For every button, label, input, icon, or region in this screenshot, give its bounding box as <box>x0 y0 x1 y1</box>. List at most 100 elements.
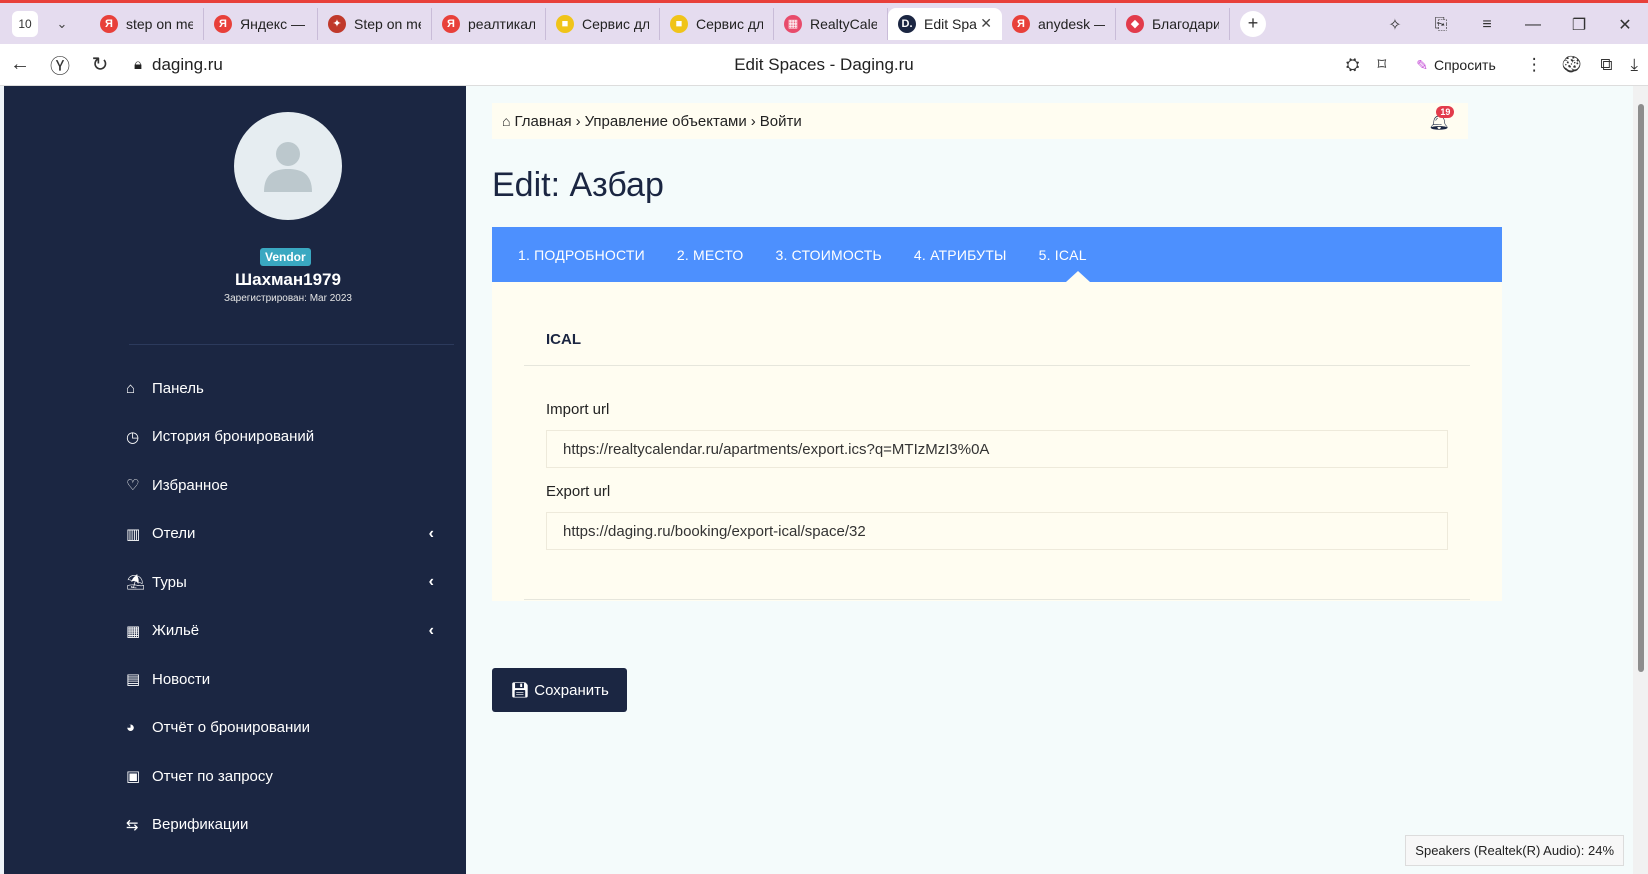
sidebar-item-icon: ▥ <box>126 525 141 543</box>
scrollbar-thumb[interactable] <box>1638 104 1644 672</box>
import-url-input[interactable] <box>546 430 1448 468</box>
sidebar-item[interactable]: ⛱ Туры ‹ <box>126 558 442 607</box>
main-content: ⌂ Главная › Управление объектами › Войти… <box>466 86 1633 874</box>
sidebar-item[interactable]: ⌂ Панель <box>126 364 442 413</box>
browser-tab-strip: 10 ⌄ Яstep on meЯЯндекс — б✦Step on meЯр… <box>0 0 1648 44</box>
tab-title: Edit Spa <box>924 15 977 32</box>
restore-icon[interactable]: ❐ <box>1556 15 1602 35</box>
sidebar-item-icon: ▦ <box>126 622 141 640</box>
tab-favicon-icon: Я <box>100 14 118 33</box>
window-controls: ✧ ⎘ ≡ — ❐ ✕ <box>1372 3 1648 47</box>
sidebar-item-icon: ◕ <box>126 719 136 737</box>
bell-icon[interactable]: 🔔︎ 19 <box>1428 106 1455 132</box>
sidebar-item[interactable]: ⇆ Верификации <box>126 801 442 850</box>
page-scrollbar[interactable] <box>1633 86 1648 874</box>
sidebar-item-label: Отчёт о бронировании <box>152 719 311 737</box>
breadcrumb-home[interactable]: Главная <box>514 113 571 130</box>
floppy-disk-icon: 💾︎ <box>510 682 530 699</box>
tab-favicon-icon: ■ <box>670 14 688 33</box>
sidebar-item-label: Отчет по запросу <box>152 767 273 785</box>
browser-tab[interactable]: D. Edit Spa ✕ <box>888 7 1002 40</box>
sidebar-item-icon: ⛱ <box>126 574 146 592</box>
sidebar: Vendor Шахман1979 Зарегистрирован: Mar 2… <box>4 86 466 874</box>
tab-favicon-icon: Я <box>442 14 460 33</box>
breadcrumb: ⌂ Главная › Управление объектами › Войти… <box>492 103 1468 139</box>
yandex-icon[interactable]: Ⓨ <box>40 50 80 79</box>
sidebar-item[interactable]: ▤ Новости <box>126 655 442 704</box>
browser-tab[interactable]: ✦ Step on me <box>318 7 432 40</box>
sidebar-menu: ⌂ Панель ◷ История бронирований ♡ Избранное ▥ О… <box>126 364 442 849</box>
sidebar-divider <box>129 344 454 345</box>
address-bar-actions: ⛭ ⌑ ✎ Спросить ⋮ 🍪︎ ⧉ ⤓ <box>1346 44 1638 86</box>
ask-label: Спросить <box>1433 57 1496 73</box>
tab-count-button[interactable]: 10 <box>12 10 38 37</box>
browser-tab[interactable]: Яstep on me <box>90 7 204 40</box>
export-url-input[interactable] <box>546 512 1448 550</box>
save-button[interactable]: 💾︎ Сохранить <box>492 668 627 712</box>
breadcrumb-separator: › <box>750 112 756 130</box>
page-heading: Edit: Азбар <box>492 166 664 204</box>
chevron-left-icon[interactable]: ‹ <box>429 622 434 640</box>
lock-icon: 🔒︎ <box>134 56 142 73</box>
more-vertical-icon[interactable]: ⋮ <box>1526 55 1543 75</box>
tab-location[interactable]: 2. МЕСТО <box>677 247 744 263</box>
sidebar-item-label: Отели <box>152 525 196 543</box>
browser-tabs: Яstep on meЯЯндекс — б✦Step on meЯреалти… <box>90 3 1230 44</box>
back-arrow-icon[interactable]: ← <box>0 53 40 76</box>
chevron-left-icon[interactable]: ‹ <box>429 573 434 591</box>
sidebar-item[interactable]: ◷ История бронирований <box>126 413 442 462</box>
bookmark-icon[interactable]: ⌑ <box>1377 55 1386 75</box>
edit-wizard: 1. ПОДРОБНОСТИ 2. МЕСТО 3. СТОИМОСТЬ 4. … <box>492 227 1502 601</box>
sidebar-item-icon: ▤ <box>126 671 141 689</box>
sidebar-item[interactable]: ▥ Отели ‹ <box>126 510 442 559</box>
wizard-tabs: 1. ПОДРОБНОСТИ 2. МЕСТО 3. СТОИМОСТЬ 4. … <box>492 227 1502 282</box>
close-window-icon[interactable]: ✕ <box>1602 15 1648 35</box>
reload-icon[interactable]: ↻ <box>80 52 120 77</box>
chevron-left-icon[interactable]: ‹ <box>429 525 434 543</box>
sidebar-item-label: Новости <box>152 670 211 688</box>
browser-tab[interactable]: Яanydesk — <box>1002 7 1116 40</box>
panel-title: ICAL <box>524 314 1470 366</box>
tab-pricing[interactable]: 3. СТОИМОСТЬ <box>775 247 881 263</box>
ask-button[interactable]: ✎ Спросить <box>1404 52 1508 79</box>
browser-tab[interactable]: Я Яндекс — б <box>204 7 318 40</box>
extension-icon[interactable]: ⧉ <box>1600 55 1612 75</box>
translate-icon[interactable]: ⛭ <box>1346 55 1360 75</box>
browser-tab[interactable]: ▦ RealtyCale <box>774 7 888 40</box>
ask-sparkle-icon: ✎ <box>1416 56 1428 73</box>
browser-tab[interactable]: Яреалтикал <box>432 7 546 40</box>
sidebar-item[interactable]: ▣ Отчет по запросу <box>126 752 442 801</box>
sidebar-item-icon: ⇆ <box>126 816 139 834</box>
alice-icon[interactable]: ✧ <box>1372 15 1418 35</box>
tab-attributes[interactable]: 4. АТРИБУТЫ <box>914 247 1007 263</box>
url-text: daging.ru <box>151 54 223 74</box>
sidebar-item[interactable]: ◕ Отчёт о бронировании <box>126 704 442 753</box>
vendor-badge: Vendor <box>260 248 311 266</box>
tab-details[interactable]: 1. ПОДРОБНОСТИ <box>518 247 645 263</box>
notification-count: 19 <box>1436 106 1455 118</box>
download-icon[interactable]: ⤓ <box>1630 55 1638 75</box>
sidebar-item[interactable]: ♡ Избранное <box>126 461 442 510</box>
browser-tab[interactable]: ◆ Благодари <box>1116 7 1230 40</box>
browser-tab[interactable]: ■ Сервис для <box>546 7 660 40</box>
close-tab-icon[interactable]: ✕ <box>980 15 992 32</box>
breadcrumb-manage[interactable]: Управление объектами <box>585 113 747 130</box>
tab-ical[interactable]: 5. ICAL <box>1039 247 1087 263</box>
new-tab-button[interactable]: + <box>1240 10 1266 37</box>
sidebar-item-icon: ♡ <box>126 477 140 495</box>
sidebar-item[interactable]: ▦ Жильё ‹ <box>126 607 442 656</box>
browser-tab[interactable]: ■ Сервис для <box>660 7 774 40</box>
tab-title: Сервис для <box>696 15 763 32</box>
tab-favicon-icon: Я <box>1012 14 1030 33</box>
minimize-icon[interactable]: — <box>1510 16 1556 34</box>
url-field[interactable]: 🔒︎ daging.ru <box>134 55 223 75</box>
import-url-label: Import url <box>546 401 610 418</box>
save-label: Сохранить <box>534 681 609 699</box>
active-tab-indicator <box>1066 271 1090 282</box>
bookmarks-panel-icon[interactable]: ⎘ <box>1418 16 1464 34</box>
tab-title: Благодари <box>1152 15 1219 32</box>
browser-menu-icon[interactable]: ≡ <box>1464 16 1510 34</box>
cookie-extension-icon[interactable]: 🍪︎ <box>1561 55 1583 75</box>
export-url-label: Export url <box>546 483 611 500</box>
tab-list-chevron-icon[interactable]: ⌄ <box>48 10 76 38</box>
